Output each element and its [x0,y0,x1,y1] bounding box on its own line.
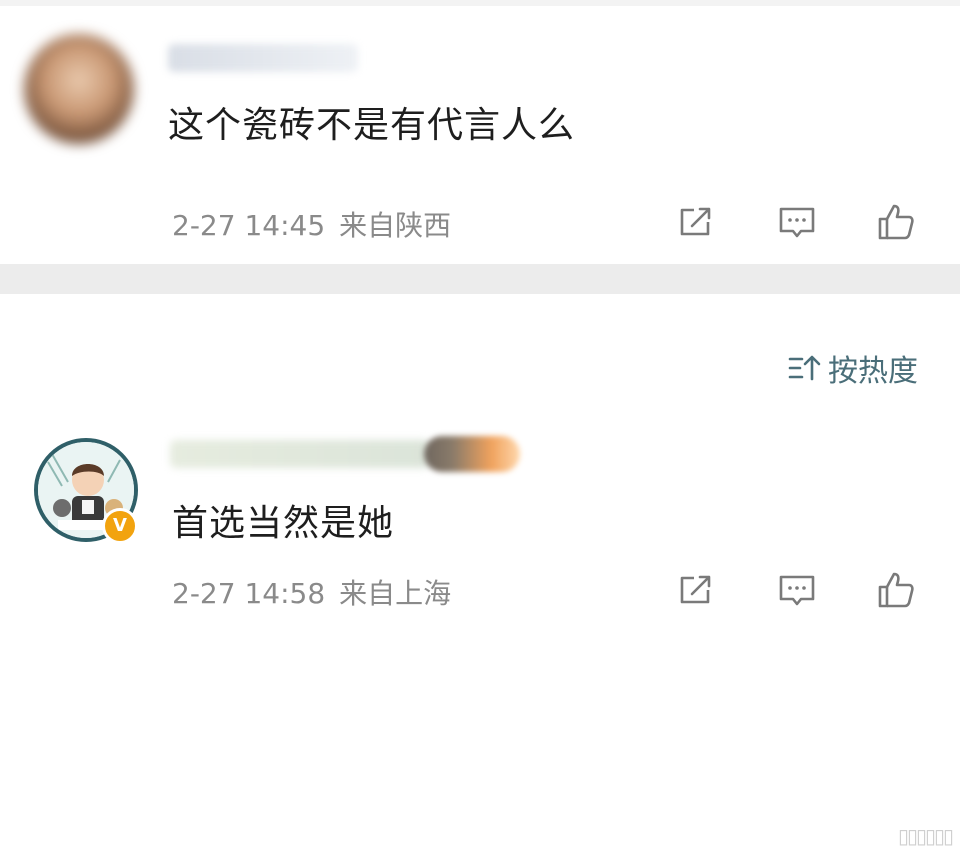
sort-toggle[interactable]: 按热度 [788,346,918,390]
comment-time: 2-27 14:45 [172,209,326,242]
share-icon [680,575,711,604]
share-button[interactable] [674,568,718,612]
comment-text: 首选当然是她 [172,503,395,544]
comment-icon [779,207,815,238]
sort-icon [788,355,821,381]
section-divider [0,264,960,294]
comment-meta: 2-27 14:45 来自陕西 [172,204,451,244]
comment-icon [779,575,815,606]
user-badge-blurred [424,436,520,472]
reply-button[interactable] [775,568,819,612]
watermark: ▯▯▯▯▯▯ [897,824,954,848]
avatar[interactable] [24,34,134,144]
verified-badge: V [102,508,138,544]
share-button[interactable] [674,200,718,244]
thumbs-up-icon [878,572,914,608]
username-blurred[interactable] [168,44,358,72]
username-blurred[interactable] [170,440,430,468]
like-button[interactable] [874,568,918,612]
thumbs-up-icon [878,204,914,240]
reply-button[interactable] [775,200,819,244]
comment-card: 这个瓷砖不是有代言人么 2-27 14:45 来自陕西 [0,6,960,264]
comment-time: 2-27 14:58 [172,577,326,610]
share-icon [680,207,711,236]
comment-section: 按热度 V 首选当然是她 2-27 14:58 来自上海 [0,294,960,852]
comment-location: 来自陕西 [339,209,452,242]
comment-meta: 2-27 14:58 来自上海 [172,572,451,612]
comment-text: 这个瓷砖不是有代言人么 [168,105,576,146]
sort-label: 按热度 [828,354,918,389]
comment-location: 来自上海 [339,577,452,610]
like-button[interactable] [874,200,918,244]
